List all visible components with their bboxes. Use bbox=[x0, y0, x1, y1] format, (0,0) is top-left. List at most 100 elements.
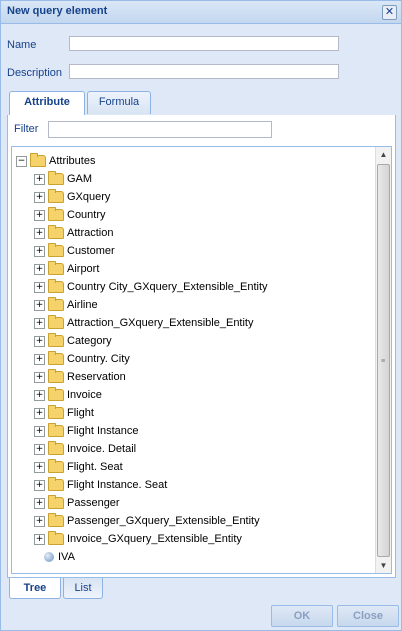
tree-item[interactable]: + Invoice bbox=[34, 386, 102, 404]
expand-icon[interactable]: + bbox=[34, 497, 45, 509]
folder-icon bbox=[48, 441, 64, 456]
tree-item-label: Country bbox=[67, 209, 106, 221]
tree-item-label: Flight Instance bbox=[67, 425, 139, 437]
tab-list[interactable]: List bbox=[63, 578, 103, 599]
expand-icon[interactable]: + bbox=[34, 281, 45, 293]
tree-leaf-label: IVA bbox=[58, 551, 75, 563]
tree-item-label: Flight bbox=[67, 407, 94, 419]
tree-item-label: GXquery bbox=[67, 191, 111, 203]
tree-item[interactable]: + Reservation bbox=[34, 368, 126, 386]
folder-icon bbox=[48, 171, 64, 186]
tree-item[interactable]: + Flight bbox=[34, 404, 94, 422]
tree-item[interactable]: + Attraction_GXquery_Extensible_Entity bbox=[34, 314, 254, 332]
tree-item-label: Passenger bbox=[67, 497, 120, 509]
folder-icon bbox=[48, 387, 64, 402]
folder-icon bbox=[48, 207, 64, 222]
scroll-up-arrow-icon[interactable]: ▲ bbox=[376, 147, 391, 162]
expand-icon[interactable]: + bbox=[34, 407, 45, 419]
folder-icon bbox=[48, 369, 64, 384]
scrollbar-thumb[interactable]: ≡ bbox=[377, 164, 390, 557]
dialog-titlebar[interactable]: New query element ✕ bbox=[1, 1, 401, 24]
folder-icon bbox=[48, 189, 64, 204]
attribute-tab-body: Filter − Attributes + GAM + GXquery + Country +… bbox=[7, 115, 396, 578]
folder-icon bbox=[48, 225, 64, 240]
expand-icon[interactable]: + bbox=[34, 461, 45, 473]
expand-icon[interactable]: + bbox=[34, 191, 45, 203]
expand-icon[interactable]: + bbox=[34, 263, 45, 275]
new-query-element-dialog: New query element ✕ Name Description Att… bbox=[0, 0, 402, 631]
tree-item[interactable]: + Country City_GXquery_Extensible_Entity bbox=[34, 278, 268, 296]
tree-item[interactable]: + Country bbox=[34, 206, 106, 224]
tree-item-label: Attraction bbox=[67, 227, 114, 239]
tree-item-label: Flight Instance. Seat bbox=[67, 479, 168, 491]
tree-item[interactable]: + Invoice. Detail bbox=[34, 440, 136, 458]
name-input[interactable] bbox=[69, 36, 339, 51]
tree-item[interactable]: + Passenger bbox=[34, 494, 120, 512]
tree-item[interactable]: + GXquery bbox=[34, 188, 110, 206]
attribute-leaf-icon bbox=[44, 552, 54, 563]
attribute-tree: − Attributes + GAM + GXquery + Country + Attract… bbox=[11, 146, 392, 574]
tree-item[interactable]: + Attraction bbox=[34, 224, 113, 242]
attribute-formula-tabpanel: Attribute Formula Filter − Attributes + GA… bbox=[7, 90, 396, 578]
folder-icon bbox=[48, 459, 64, 474]
folder-icon bbox=[48, 333, 64, 348]
expand-icon[interactable]: + bbox=[34, 353, 45, 365]
tree-item[interactable]: + Customer bbox=[34, 242, 115, 260]
folder-icon bbox=[48, 513, 64, 528]
grip-icon: ≡ bbox=[381, 358, 386, 365]
folder-icon bbox=[48, 531, 64, 546]
tree-item-label: Attraction_GXquery_Extensible_Entity bbox=[67, 317, 254, 329]
tree-item[interactable]: + Country. City bbox=[34, 350, 130, 368]
expand-icon[interactable]: + bbox=[34, 443, 45, 455]
scroll-down-arrow-icon[interactable]: ▼ bbox=[376, 558, 391, 573]
tree-item[interactable]: + Passenger_GXquery_Extensible_Entity bbox=[34, 512, 260, 530]
close-button[interactable]: Close bbox=[337, 605, 399, 627]
tree-item[interactable]: + Invoice_GXquery_Extensible_Entity bbox=[34, 530, 242, 548]
name-label: Name bbox=[7, 39, 37, 51]
expand-icon[interactable]: + bbox=[34, 209, 45, 221]
description-label: Description bbox=[7, 67, 63, 79]
expand-icon[interactable]: + bbox=[34, 389, 45, 401]
expand-icon[interactable]: + bbox=[34, 515, 45, 527]
description-input[interactable] bbox=[69, 64, 339, 79]
expand-icon[interactable]: + bbox=[34, 227, 45, 239]
tab-formula[interactable]: Formula bbox=[87, 91, 151, 114]
tree-item[interactable]: + Category bbox=[34, 332, 112, 350]
tree-item-label: Invoice_GXquery_Extensible_Entity bbox=[67, 533, 242, 545]
tree-vertical-scrollbar[interactable]: ▲ ≡ ▼ bbox=[375, 147, 391, 573]
collapse-icon[interactable]: − bbox=[16, 155, 27, 167]
expand-icon[interactable]: + bbox=[34, 533, 45, 545]
folder-icon bbox=[48, 495, 64, 510]
tab-attribute[interactable]: Attribute bbox=[9, 91, 85, 116]
folder-icon bbox=[48, 261, 64, 276]
folder-icon bbox=[48, 405, 64, 420]
expand-icon[interactable]: + bbox=[34, 371, 45, 383]
expand-icon[interactable]: + bbox=[34, 425, 45, 437]
folder-icon bbox=[48, 279, 64, 294]
filter-label: Filter bbox=[14, 123, 39, 135]
tree-root-attributes[interactable]: − Attributes bbox=[16, 152, 95, 170]
folder-icon bbox=[48, 243, 64, 258]
folder-icon bbox=[48, 351, 64, 366]
tree-leaf-iva[interactable]: IVA bbox=[44, 548, 75, 566]
folder-icon bbox=[48, 477, 64, 492]
tree-item[interactable]: + Airline bbox=[34, 296, 98, 314]
tree-item[interactable]: + GAM bbox=[34, 170, 92, 188]
tree-item[interactable]: + Flight. Seat bbox=[34, 458, 123, 476]
expand-icon[interactable]: + bbox=[34, 173, 45, 185]
tree-item-label: Invoice. Detail bbox=[67, 443, 137, 455]
expand-icon[interactable]: + bbox=[34, 317, 45, 329]
tree-root-label: Attributes bbox=[49, 155, 96, 167]
tree-item[interactable]: + Flight Instance bbox=[34, 422, 139, 440]
expand-icon[interactable]: + bbox=[34, 299, 45, 311]
expand-icon[interactable]: + bbox=[34, 335, 45, 347]
ok-button[interactable]: OK bbox=[271, 605, 333, 627]
expand-icon[interactable]: + bbox=[34, 245, 45, 257]
tree-item[interactable]: + Flight Instance. Seat bbox=[34, 476, 167, 494]
close-icon[interactable]: ✕ bbox=[382, 5, 397, 20]
tree-item[interactable]: + Airport bbox=[34, 260, 99, 278]
expand-icon[interactable]: + bbox=[34, 479, 45, 491]
filter-input[interactable] bbox=[48, 121, 272, 138]
tab-tree[interactable]: Tree bbox=[9, 578, 61, 599]
folder-icon bbox=[48, 297, 64, 312]
